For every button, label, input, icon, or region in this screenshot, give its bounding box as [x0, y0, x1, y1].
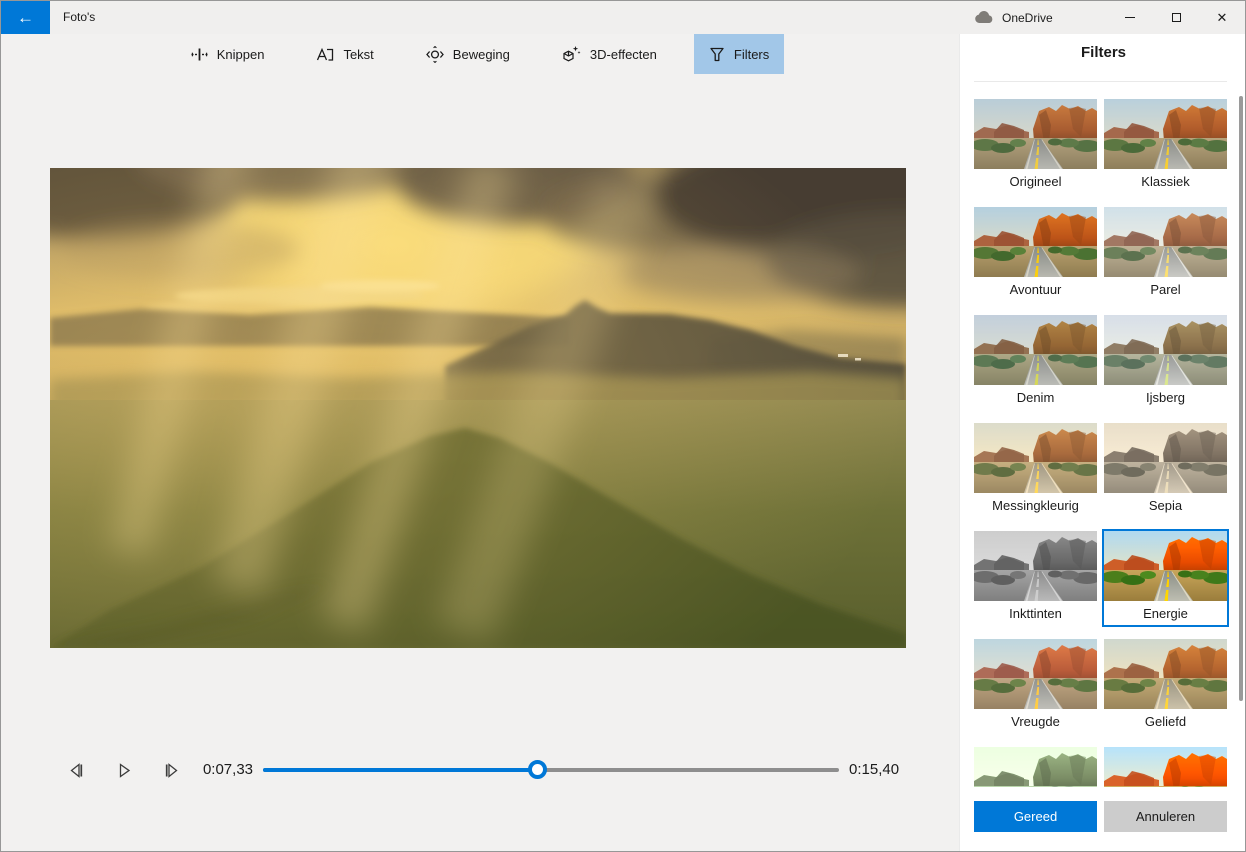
- next-frame-icon: [165, 762, 178, 778]
- filter-thumbnail: [1104, 315, 1227, 385]
- filter-tile-inkttinten[interactable]: Inkttinten: [974, 531, 1097, 625]
- filter-name-label: Messingkleurig: [992, 498, 1079, 513]
- filter-tile-vreugde[interactable]: Vreugde: [974, 639, 1097, 733]
- filter-thumbnail: [974, 423, 1097, 493]
- filter-thumbnail: [1104, 531, 1227, 601]
- total-time-label: 0:15,40: [849, 761, 900, 778]
- filter-thumbnail: [974, 315, 1097, 385]
- filter-name-label: Parel: [1150, 282, 1181, 297]
- filter-grid: Origineel Klassiek Avontuur Parel Denim …: [974, 99, 1230, 787]
- 3d-effects-icon: [563, 46, 581, 62]
- toolbar-item-label: 3D-effecten: [589, 46, 657, 62]
- filter-tile-messingkleurig[interactable]: Messingkleurig: [974, 423, 1097, 517]
- filter-thumbnail: [974, 207, 1097, 277]
- filter-thumbnail: [1104, 99, 1227, 169]
- filter-funnel-icon: [710, 47, 724, 61]
- toolbar-item-filters[interactable]: Filters: [693, 34, 785, 74]
- filter-name-label: Origineel: [1009, 174, 1062, 189]
- filter-tile-ijsberg[interactable]: Ijsberg: [1104, 315, 1227, 409]
- toolbar-item-label: Filters: [733, 46, 770, 62]
- previous-frame-icon: [69, 762, 82, 778]
- panel-divider: [974, 81, 1227, 82]
- close-icon: ✕: [1216, 9, 1228, 25]
- filter-name-label: Vreugde: [1011, 714, 1060, 729]
- filter-name-label: Inkttinten: [1009, 606, 1062, 621]
- panel-scrollbar[interactable]: [1239, 96, 1243, 701]
- trim-icon: [191, 48, 208, 60]
- filter-thumbnail: [974, 99, 1097, 169]
- filter-name-label: Avontuur: [1009, 282, 1062, 297]
- video-frame-landscape: [50, 168, 906, 648]
- maximize-button[interactable]: [1153, 1, 1199, 34]
- minimize-icon: [1125, 17, 1135, 18]
- toolbar-item-knippen[interactable]: Knippen: [176, 34, 280, 74]
- title-bar: ← Foto's OneDrive ✕: [1, 1, 1245, 34]
- previous-frame-button[interactable]: [65, 759, 87, 781]
- editor-toolbar: Knippen Tekst Beweging 3D-effecten Filte…: [1, 34, 959, 74]
- filter-tile-partial-12[interactable]: [974, 747, 1097, 787]
- filters-panel-title: Filters: [1080, 44, 1126, 61]
- timeline-progress-fill: [263, 768, 538, 772]
- filters-panel: Filters Origineel Klassiek Avontuur Pare…: [959, 34, 1245, 851]
- text-icon: [317, 47, 334, 61]
- window-controls: ✕: [1107, 1, 1245, 34]
- filter-thumbnail: [974, 639, 1097, 709]
- filter-tile-klassiek[interactable]: Klassiek: [1104, 99, 1227, 193]
- toolbar-item-tekst[interactable]: Tekst: [301, 34, 388, 74]
- timeline-slider[interactable]: [263, 760, 839, 779]
- filter-tile-energie[interactable]: Energie: [1104, 531, 1227, 625]
- toolbar-item-3d-effecten[interactable]: 3D-effecten: [547, 34, 672, 74]
- filter-thumbnail: [1104, 207, 1227, 277]
- filter-thumbnail: [1104, 639, 1227, 709]
- play-button[interactable]: [113, 759, 135, 781]
- onedrive-label: OneDrive: [1002, 10, 1053, 25]
- filter-thumbnail: [974, 747, 1097, 787]
- close-button[interactable]: ✕: [1199, 1, 1245, 34]
- timeline-thumb[interactable]: [527, 760, 547, 779]
- filter-thumbnail: [974, 531, 1097, 601]
- filter-name-label: Sepia: [1148, 498, 1183, 513]
- filter-tile-sepia[interactable]: Sepia: [1104, 423, 1227, 517]
- done-button[interactable]: Gereed: [974, 801, 1097, 832]
- filter-tile-parel[interactable]: Parel: [1104, 207, 1227, 301]
- filter-name-label: Klassiek: [1141, 174, 1190, 189]
- maximize-icon: [1171, 13, 1181, 22]
- photos-app-window: ← Foto's OneDrive ✕ Knippen Tekst Bewegi…: [0, 0, 1246, 852]
- next-frame-button[interactable]: [160, 759, 182, 781]
- toolbar-item-label: Tekst: [343, 46, 374, 62]
- cancel-button[interactable]: Annuleren: [1104, 801, 1227, 832]
- motion-icon: [425, 45, 444, 63]
- filter-tile-denim[interactable]: Denim: [974, 315, 1097, 409]
- app-title: Foto's: [63, 10, 96, 24]
- filter-tile-geliefd[interactable]: Geliefd: [1104, 639, 1227, 733]
- filter-thumbnail: [1104, 747, 1227, 787]
- play-icon: [119, 762, 130, 778]
- filter-name-label: Ijsberg: [1145, 390, 1186, 405]
- current-time-label: 0:07,33: [202, 761, 253, 778]
- filter-name-label: Geliefd: [1144, 714, 1187, 729]
- back-button[interactable]: ←: [1, 1, 50, 34]
- filter-name-label: Denim: [1016, 390, 1055, 405]
- filter-name-label: Energie: [1143, 606, 1188, 621]
- video-preview[interactable]: [50, 168, 906, 648]
- toolbar-item-beweging[interactable]: Beweging: [411, 34, 525, 74]
- toolbar-item-label: Beweging: [452, 46, 510, 62]
- onedrive-cloud-icon: [975, 11, 993, 23]
- filter-tile-partial-13[interactable]: [1104, 747, 1227, 787]
- toolbar-item-label: Knippen: [216, 46, 265, 62]
- filter-tile-avontuur[interactable]: Avontuur: [974, 207, 1097, 301]
- minimize-button[interactable]: [1107, 1, 1153, 34]
- filter-tile-origineel[interactable]: Origineel: [974, 99, 1097, 193]
- onedrive-status: OneDrive: [974, 1, 1053, 34]
- back-arrow-icon: ←: [17, 7, 34, 27]
- filter-thumbnail: [1104, 423, 1227, 493]
